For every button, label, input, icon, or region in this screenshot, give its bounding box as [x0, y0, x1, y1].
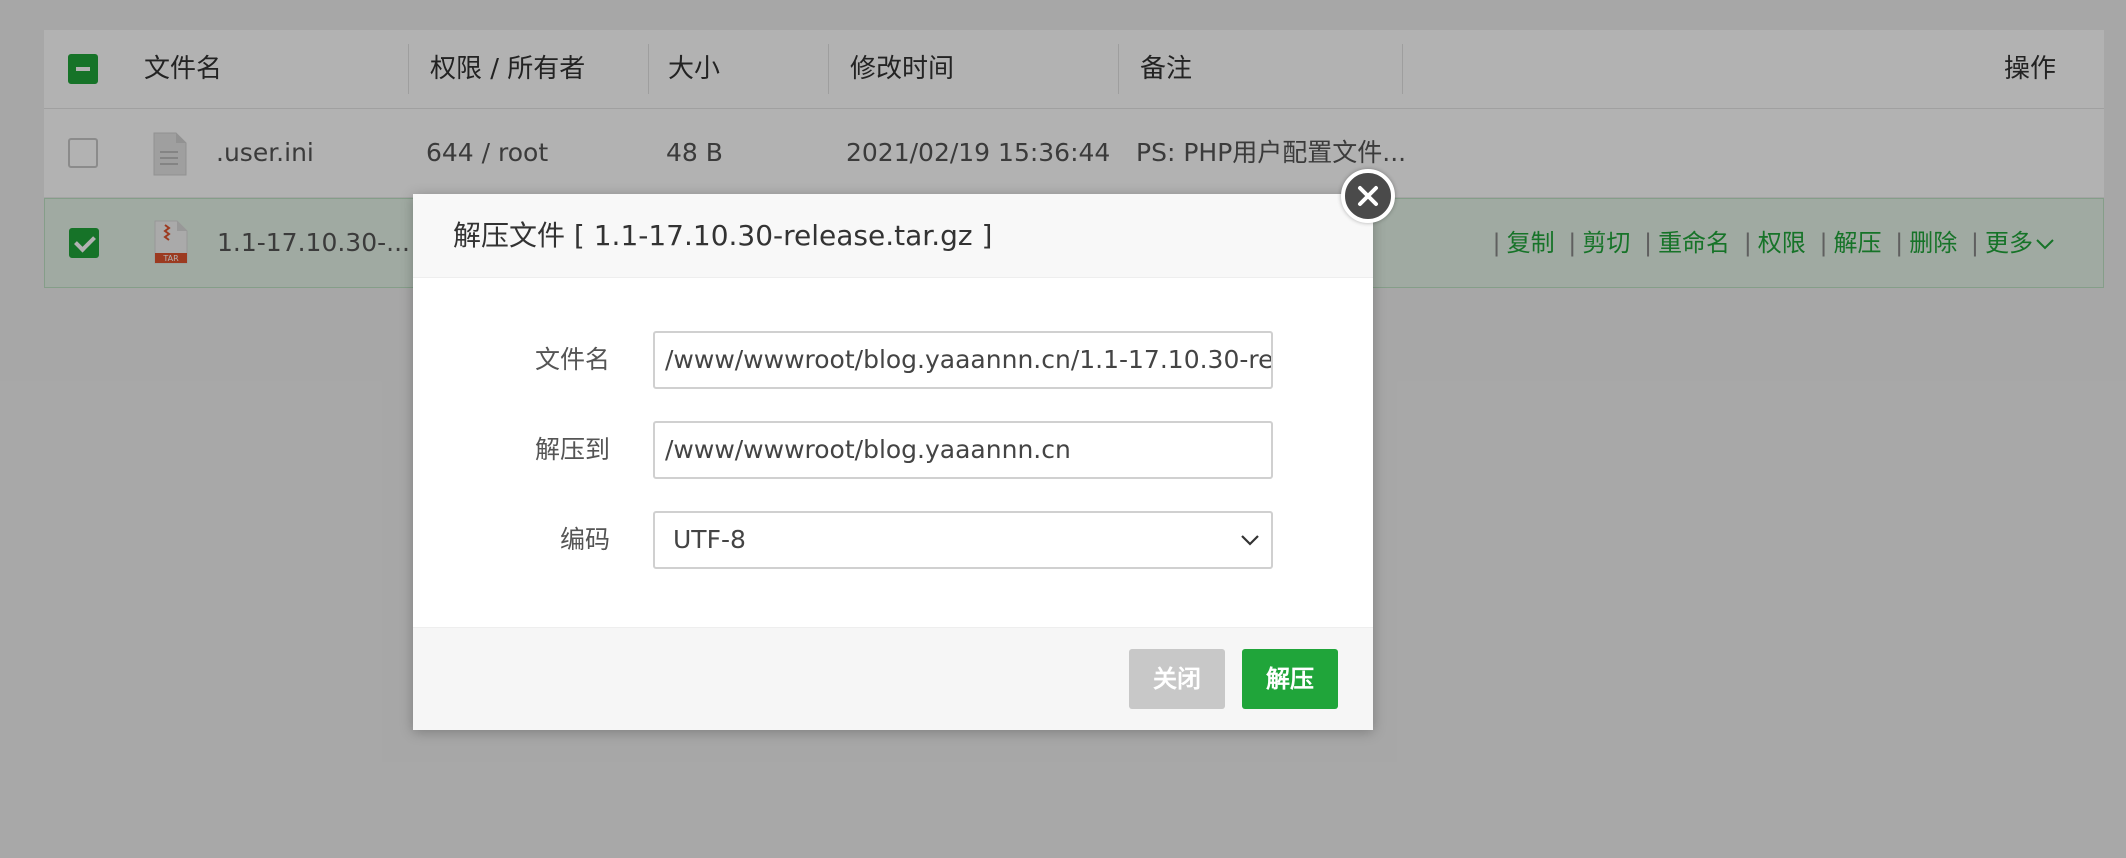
dialog-title: 解压文件 [ 1.1-17.10.30-release.tar.gz ] — [413, 194, 1373, 278]
encoding-value: UTF-8 — [673, 525, 746, 554]
chevron-down-icon — [1241, 535, 1259, 546]
encoding-label: 编码 — [559, 525, 610, 554]
dialog-close-button[interactable] — [1341, 169, 1395, 223]
dialog-footer: 关闭 解压 — [413, 627, 1373, 730]
close-button[interactable]: 关闭 — [1129, 649, 1225, 709]
dialog-body: 文件名 /www/wwwroot/blog.yaaannn.cn/1.1-17.… — [413, 278, 1373, 623]
close-icon — [1358, 186, 1378, 206]
encoding-select[interactable]: UTF-8 — [653, 511, 1273, 569]
extract-button[interactable]: 解压 — [1242, 649, 1338, 709]
extract-to-input[interactable]: /www/wwwroot/blog.yaaannn.cn — [653, 421, 1273, 479]
extract-dialog: 解压文件 [ 1.1-17.10.30-release.tar.gz ] 文件名… — [413, 169, 1395, 730]
filename-input[interactable]: /www/wwwroot/blog.yaaannn.cn/1.1-17.10.3… — [653, 331, 1273, 389]
extract-to-label: 解压到 — [534, 435, 610, 464]
filename-label: 文件名 — [534, 345, 610, 374]
